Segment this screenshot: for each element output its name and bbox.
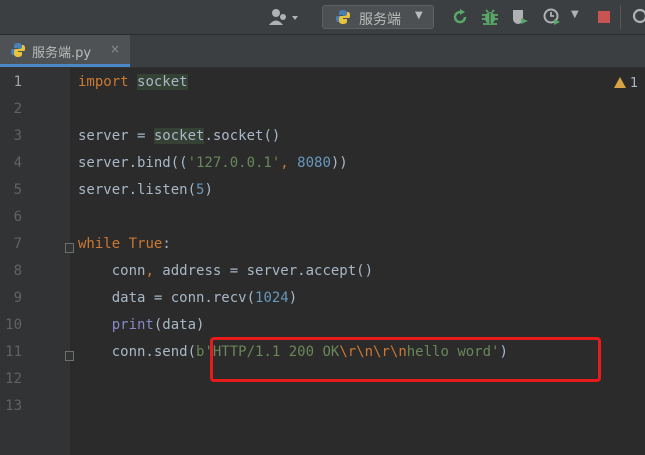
fold-end-icon[interactable] <box>65 351 74 361</box>
code-line: import socket <box>78 69 188 96</box>
code-line: print(data) <box>78 312 205 339</box>
line-number: 8 <box>13 263 22 279</box>
fold-start-icon[interactable] <box>65 243 74 253</box>
code-token: ) <box>288 290 298 306</box>
line-number-gutter: 1 2 3 4 5 6 7 8 9 10 11 12 13 <box>0 68 74 455</box>
line-number: 4 <box>13 155 22 171</box>
chevron-down-icon[interactable]: ▼ <box>571 9 579 20</box>
code-token: 1024 <box>255 290 289 306</box>
code-token: data = conn.recv( <box>78 290 256 306</box>
code-token: server = <box>78 128 154 144</box>
line-number: 9 <box>13 290 22 306</box>
rerun-icon[interactable] <box>450 7 470 27</box>
coverage-icon[interactable] <box>510 7 530 27</box>
tab-filename: 服务端.py <box>32 46 92 61</box>
code-token: , <box>145 263 154 279</box>
code-line: server = socket.socket() <box>78 123 280 150</box>
code-token: conn.send( <box>78 344 197 360</box>
python-file-icon <box>11 43 25 57</box>
run-configuration-label: 服务端 <box>359 12 401 28</box>
close-icon[interactable]: × <box>110 42 120 56</box>
code-token: 8080 <box>297 155 331 171</box>
code-token: server.listen( <box>78 182 197 198</box>
line-number: 12 <box>5 371 22 387</box>
code-token: )) <box>330 155 348 171</box>
user-icon[interactable] <box>268 8 302 26</box>
chevron-down-icon: ▼ <box>415 10 423 21</box>
warning-count: 1 <box>630 76 639 91</box>
code-token: ) <box>204 182 213 198</box>
search-icon[interactable] <box>630 7 645 27</box>
line-number: 13 <box>5 398 22 414</box>
code-editor[interactable]: import socket server = socket.socket() ser… <box>78 68 645 455</box>
toolbar-separator <box>620 5 621 29</box>
code-token: server.bind(( <box>78 155 188 171</box>
code-token: (data) <box>153 317 205 333</box>
highlight-annotation-box <box>210 337 601 382</box>
code-token: print <box>111 317 154 333</box>
line-number: 7 <box>13 236 22 252</box>
editor-tab-bar: 服务端.py × <box>0 35 645 68</box>
line-number: 5 <box>13 182 22 198</box>
inspection-widget[interactable]: 1 <box>614 76 638 94</box>
code-line: while True: <box>78 231 171 258</box>
stop-icon[interactable] <box>594 7 614 27</box>
code-token: conn <box>78 263 146 279</box>
line-number: 10 <box>5 317 22 333</box>
code-token: '127.0.0.1' <box>187 155 281 171</box>
code-line: server.bind(('127.0.0.1', 8080)) <box>78 150 348 177</box>
code-line: data = conn.recv(1024) <box>78 285 297 312</box>
line-number: 2 <box>13 101 22 117</box>
warning-icon <box>614 77 626 88</box>
python-icon <box>336 10 350 24</box>
main-toolbar: 服务端 ▼ ▼ <box>0 0 645 35</box>
debug-icon[interactable] <box>480 7 500 27</box>
code-line: conn, address = server.accept() <box>78 258 373 285</box>
code-token: address = server.accept() <box>153 263 374 279</box>
code-token: : <box>162 236 171 252</box>
tab-server-file[interactable]: 服务端.py × <box>0 35 130 67</box>
line-number: 3 <box>13 128 22 144</box>
profile-icon[interactable] <box>542 7 562 27</box>
code-line: server.listen(5) <box>78 177 213 204</box>
code-token: socket <box>153 128 205 144</box>
code-token: while <box>78 236 121 252</box>
line-number: 6 <box>13 209 22 225</box>
code-token: socket <box>137 74 188 90</box>
code-token: import <box>78 74 129 90</box>
line-number: 1 <box>13 74 22 90</box>
run-configuration-selector[interactable]: 服务端 ▼ <box>322 5 434 29</box>
line-number: 11 <box>5 344 22 360</box>
code-token: , <box>280 155 298 171</box>
code-token: .socket() <box>204 128 281 144</box>
code-token: True <box>128 236 163 252</box>
